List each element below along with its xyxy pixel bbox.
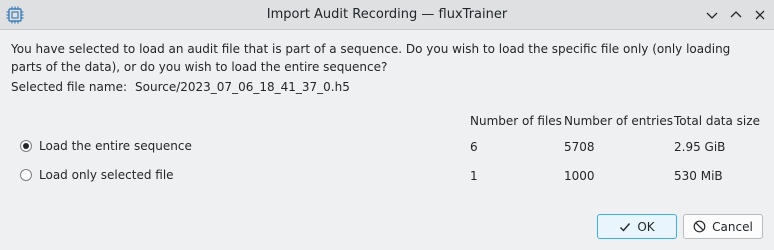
option-selected-file[interactable]: Load only selected file	[20, 166, 174, 184]
maximize-icon[interactable]	[728, 7, 744, 23]
selected-file-line: Selected file name: Source/2023_07_06_18_…	[11, 80, 350, 94]
cell-size: 2.95 GiB	[674, 140, 726, 154]
radio-button-unchecked[interactable]	[20, 169, 32, 181]
cancel-button[interactable]: Cancel	[683, 214, 763, 239]
window-title: Import Audit Recording — fluxTrainer	[266, 7, 508, 22]
title-bar[interactable]: Import Audit Recording — fluxTrainer	[0, 0, 774, 30]
cell-entries: 5708	[564, 140, 595, 154]
close-icon[interactable]	[752, 7, 768, 23]
selected-file-label: Selected file name:	[11, 80, 127, 94]
checkmark-icon	[619, 221, 631, 233]
selected-file-value: Source/2023_07_06_18_41_37_0.h5	[135, 80, 350, 94]
option-label[interactable]: Load only selected file	[39, 168, 174, 182]
dialog-message: You have selected to load an audit file …	[11, 42, 731, 74]
cell-files: 6	[470, 140, 478, 154]
radio-button-checked[interactable]	[20, 140, 32, 152]
ok-button[interactable]: OK	[597, 214, 677, 239]
header-total-data-size: Total data size	[674, 114, 760, 128]
header-number-of-entries: Number of entries	[564, 114, 673, 128]
ok-button-label: OK	[637, 219, 655, 234]
cell-entries: 1000	[564, 169, 595, 183]
cell-size: 530 MiB	[674, 169, 723, 183]
cancel-icon	[693, 220, 706, 233]
minimize-icon[interactable]	[704, 7, 720, 23]
cell-files: 1	[470, 169, 478, 183]
header-number-of-files: Number of files	[470, 114, 562, 128]
cancel-button-label: Cancel	[712, 219, 753, 234]
option-label[interactable]: Load the entire sequence	[39, 139, 192, 153]
option-entire-sequence[interactable]: Load the entire sequence	[20, 137, 192, 155]
